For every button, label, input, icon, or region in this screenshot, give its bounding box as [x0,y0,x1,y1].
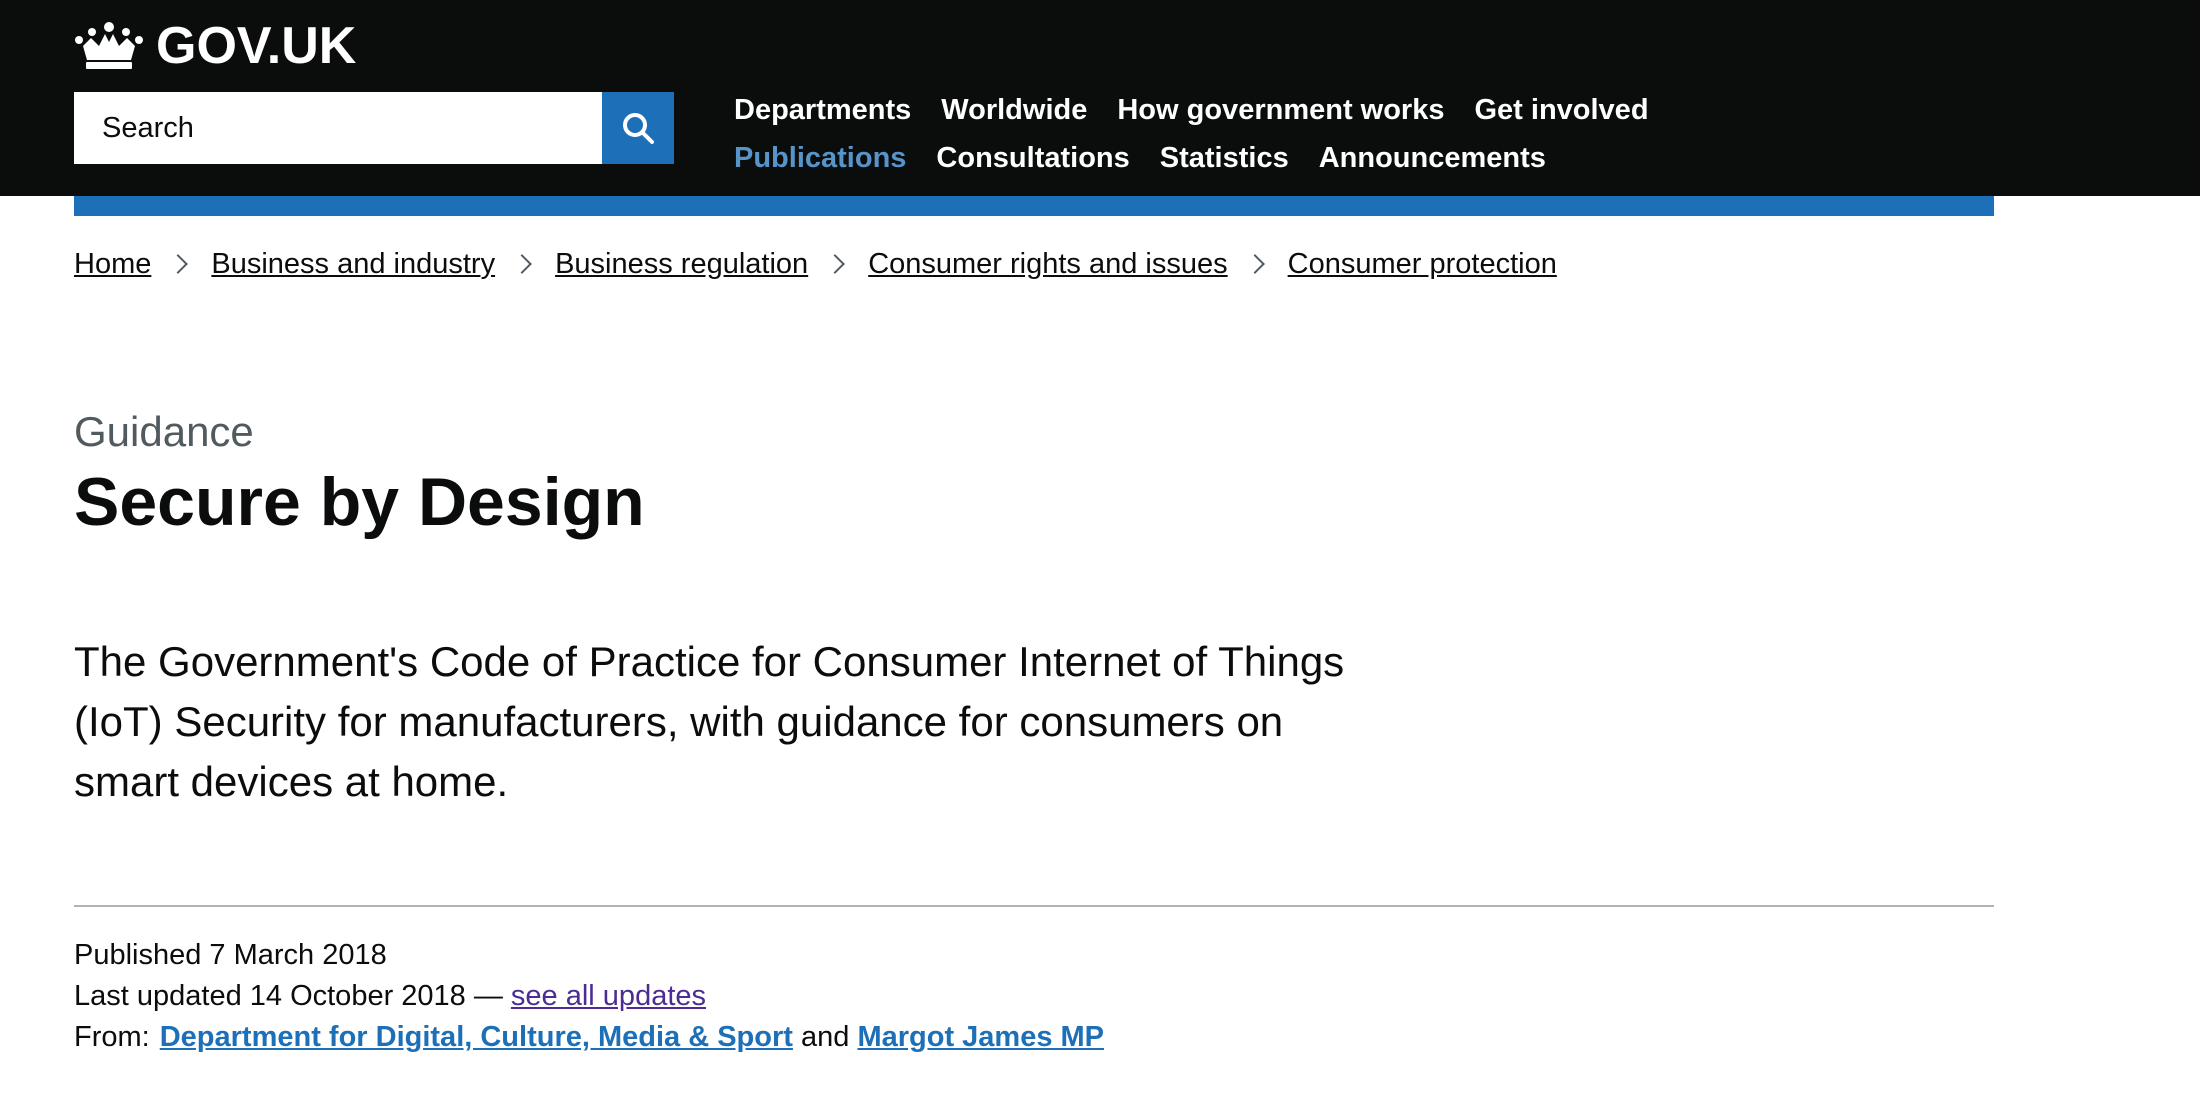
nav-get-involved[interactable]: Get involved [1474,94,1648,127]
chevron-right-icon [168,254,189,274]
chevron-right-icon [512,254,532,274]
nav-how-government-works[interactable]: How government works [1117,94,1444,127]
crown-icon [75,22,143,69]
see-all-updates-link[interactable]: see all updates [511,980,706,1012]
last-updated-date: Last updated 14 October 2018 — [74,980,511,1012]
breadcrumb-consumer-protection[interactable]: Consumer protection [1288,248,1557,281]
published-date: Published 7 March 2018 [74,939,387,971]
nav-worldwide[interactable]: Worldwide [941,94,1087,127]
page-caption: Guidance [74,408,254,455]
chevron-right-icon [825,254,846,274]
nav-publications[interactable]: Publications [734,142,906,175]
search-button[interactable] [602,92,674,164]
nav-row-primary: Departments Worldwide How government wor… [734,86,2034,134]
page-title: Secure by Design [74,464,645,540]
section-divider [74,905,1994,907]
nav-departments[interactable]: Departments [734,94,911,127]
search-input[interactable] [74,92,602,164]
nav-row-secondary: Publications Consultations Statistics An… [734,134,2034,182]
logo-text: GOV.UK [156,17,357,75]
breadcrumb-business-regulation[interactable]: Business regulation [555,248,808,281]
from-label: From: [74,1021,150,1053]
search-icon [623,113,654,144]
search-form [74,92,674,164]
nav-statistics[interactable]: Statistics [1160,142,1289,175]
from-line: From: Department for Digital, Culture, Me… [74,1017,1104,1058]
header-blue-bar [74,196,1994,216]
main-navigation: Departments Worldwide How government wor… [734,86,2034,182]
govuk-logo-link[interactable]: GOV.UK [74,18,356,74]
breadcrumb: Home Business and industry Business regu… [74,244,1557,284]
person-link-margot-james[interactable]: Margot James MP [857,1021,1104,1053]
org-link-dcms[interactable]: Department for Digital, Culture, Media &… [160,1021,793,1053]
breadcrumb-consumer-rights[interactable]: Consumer rights and issues [868,248,1227,281]
publication-metadata: Published 7 March 2018 Last updated 14 O… [74,935,1104,1058]
breadcrumb-home[interactable]: Home [74,248,151,281]
breadcrumb-business-and-industry[interactable]: Business and industry [211,248,495,281]
nav-consultations[interactable]: Consultations [936,142,1129,175]
site-header: GOV.UK Departments Worldwide How governm… [0,0,2200,196]
page-description: The Government's Code of Practice for Co… [74,638,1345,805]
nav-announcements[interactable]: Announcements [1319,142,1546,175]
and-text: and [792,1021,858,1053]
last-updated-line: Last updated 14 October 2018 — see all u… [74,976,1104,1017]
chevron-right-icon [1244,254,1265,274]
